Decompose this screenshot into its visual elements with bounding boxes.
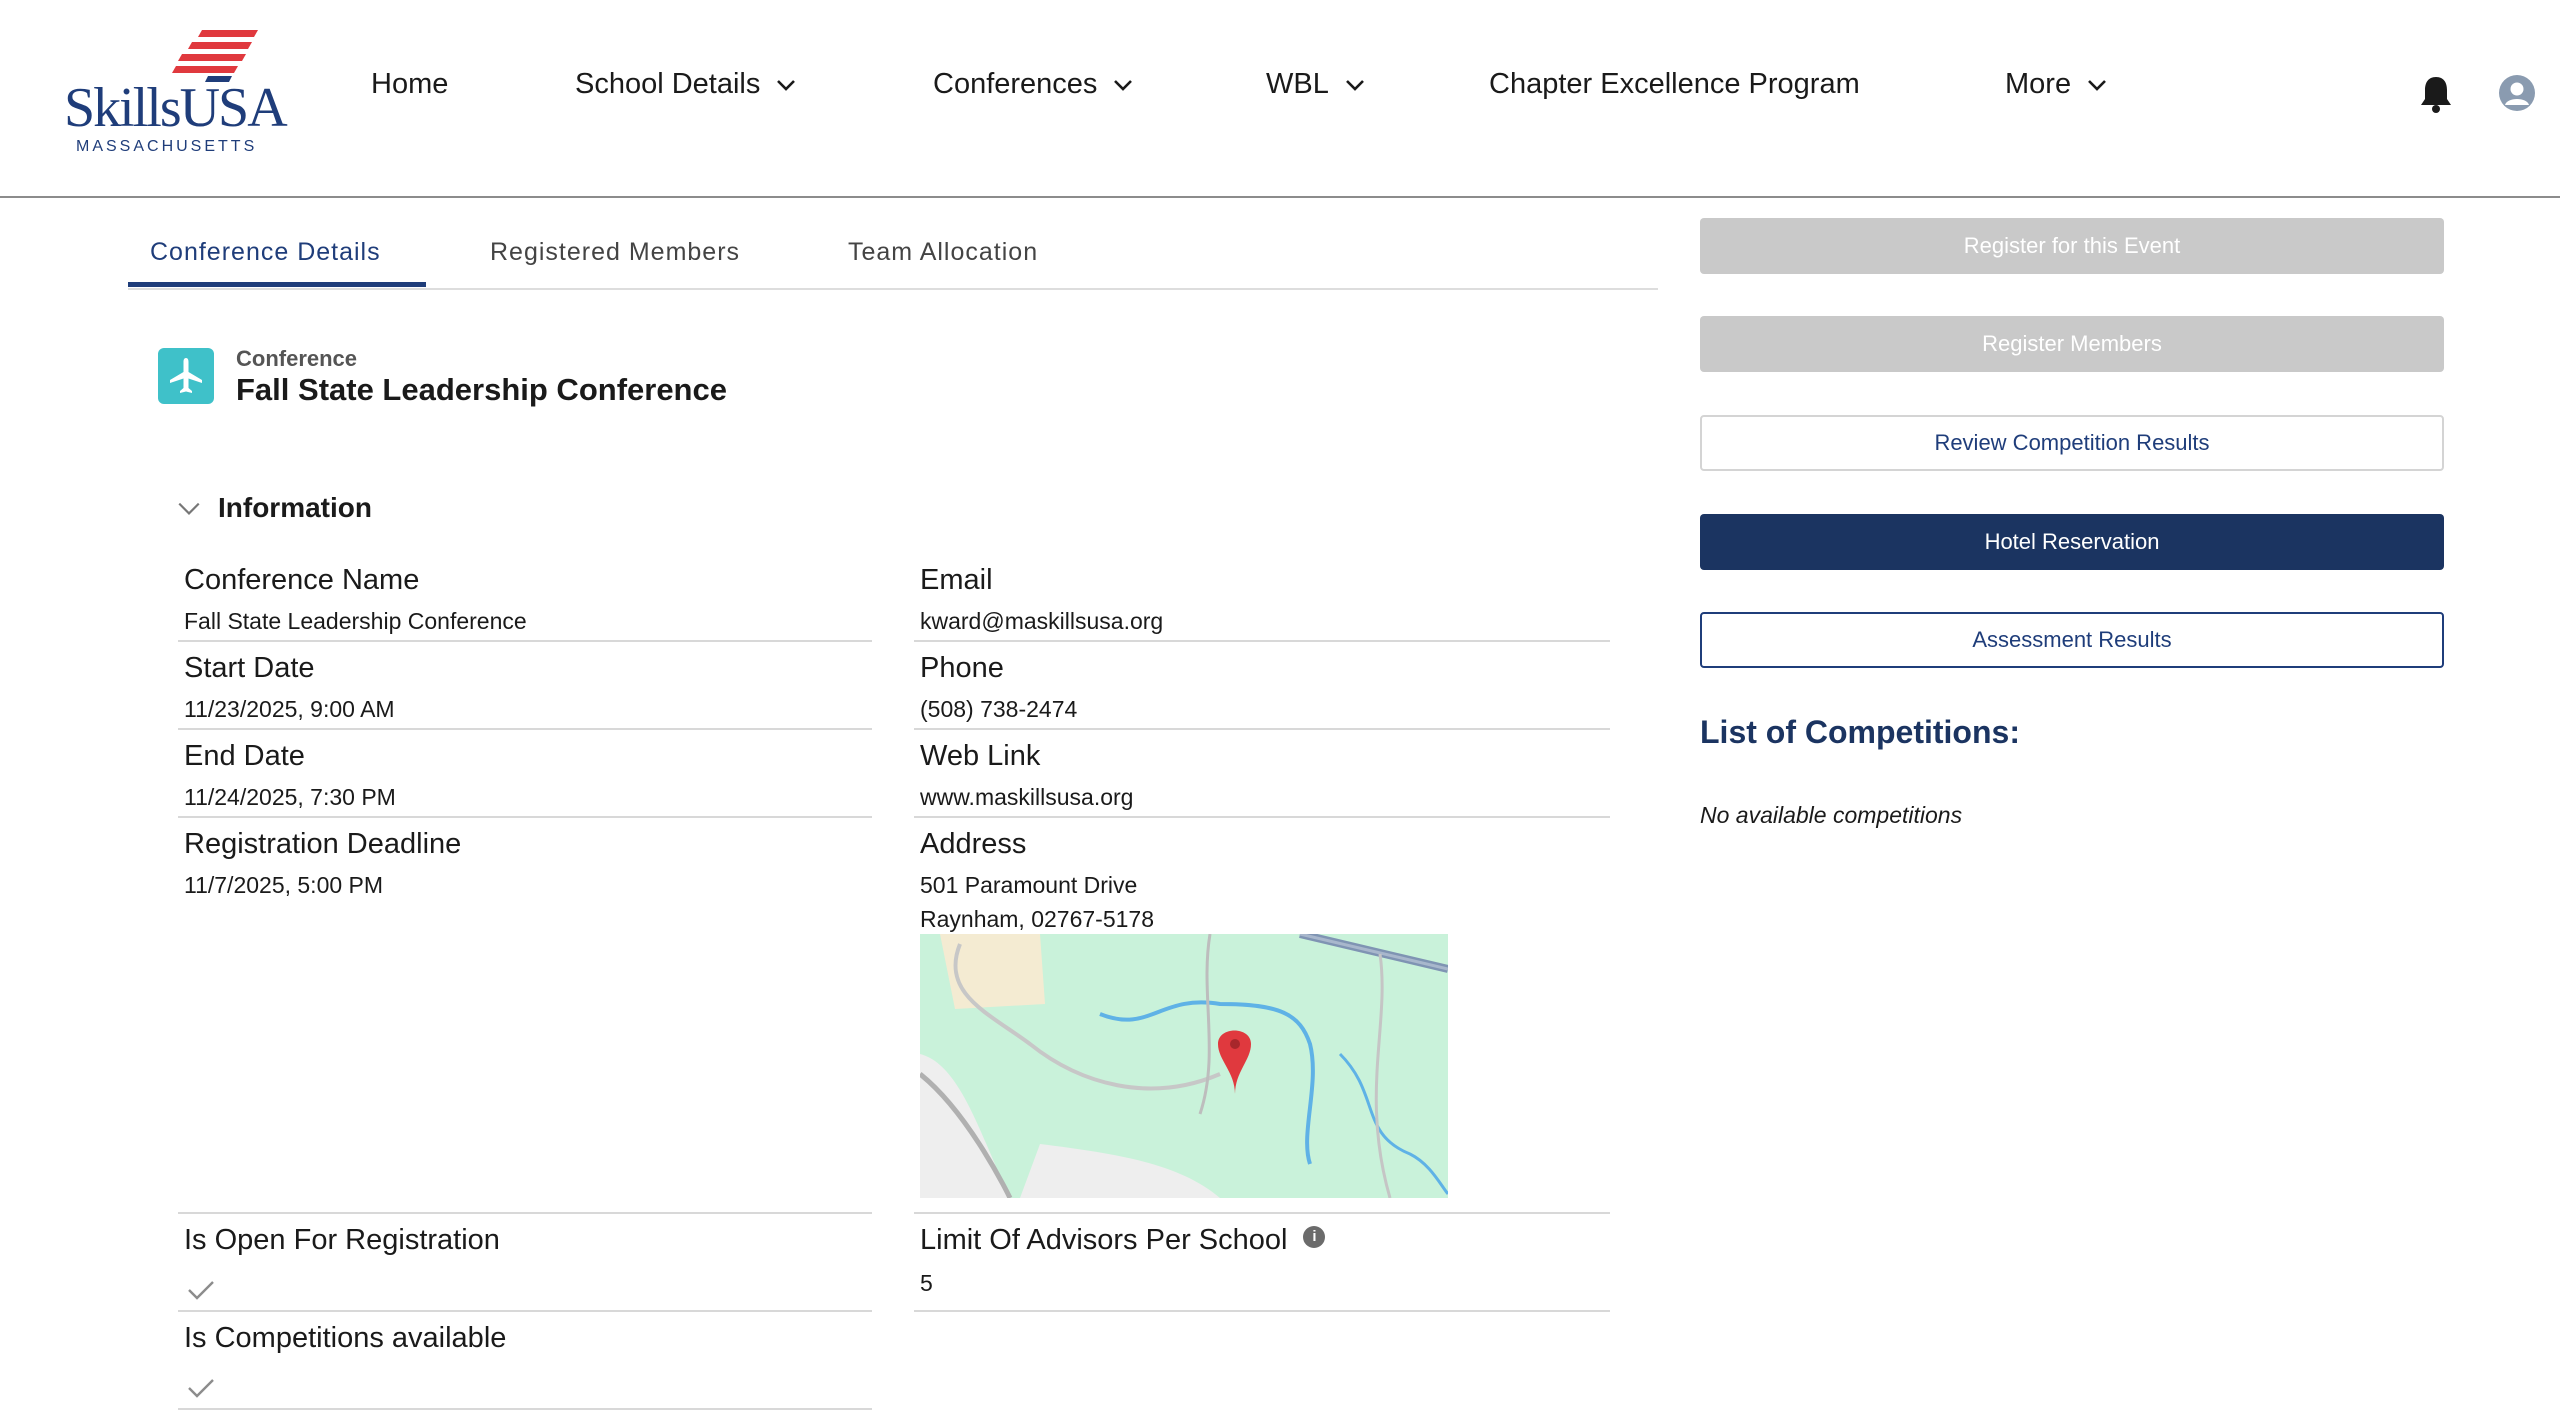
field-label: Address (920, 828, 1027, 860)
chevron-down-icon (1114, 79, 1133, 91)
field-is-open-for-registration: Is Open For Registration (178, 1216, 872, 1312)
information-section-toggle[interactable]: Information (176, 492, 372, 524)
chevron-down-icon (178, 502, 200, 515)
tab-conference-details[interactable]: Conference Details (150, 238, 381, 267)
bell-icon[interactable] (2418, 74, 2454, 114)
field-value: Fall State Leadership Conference (184, 608, 527, 634)
user-avatar-icon[interactable] (2498, 74, 2536, 112)
active-tab-indicator (128, 282, 426, 287)
field-email: Email kward@maskillsusa.org (914, 556, 1610, 642)
skillsusa-logo[interactable]: SkillsUSA MASSACHUSETTS (62, 26, 288, 158)
nav-school-details-label: School Details (575, 68, 761, 100)
field-label: End Date (184, 740, 305, 772)
nav-home[interactable]: Home (371, 68, 448, 101)
address-map[interactable] (920, 934, 1448, 1198)
airplane-icon (170, 358, 202, 393)
field-label: Is Open For Registration (184, 1224, 500, 1256)
nav-more-label: More (2005, 68, 2072, 100)
checkmark-icon (188, 1281, 214, 1300)
hotel-reservation-button[interactable]: Hotel Reservation (1700, 514, 2444, 570)
field-limit-advisors: Limit Of Advisors Per School i 5 (914, 1216, 1610, 1312)
field-web-link: Web Link www.maskillsusa.org (914, 732, 1610, 818)
nav-chapter-excellence-label: Chapter Excellence Program (1489, 68, 1860, 100)
info-icon[interactable]: i (1303, 1226, 1326, 1248)
tab-registered-members[interactable]: Registered Members (490, 238, 740, 267)
map-graphic (920, 934, 1448, 1198)
field-end-date: End Date 11/24/2025, 7:30 PM (178, 732, 872, 818)
address-line-1: 501 Paramount Drive (920, 872, 1138, 898)
nav-more[interactable]: More (2005, 68, 2109, 101)
page-title: Fall State Leadership Conference (236, 372, 727, 407)
field-label: Phone (920, 652, 1004, 684)
logo-wordmark: SkillsUSA (64, 77, 288, 139)
phone-link[interactable]: (508) 738-2474 (920, 696, 1077, 723)
section-title: Information (218, 492, 372, 523)
conference-record-icon (158, 348, 214, 404)
field-value: 5 (920, 1270, 933, 1296)
field-label: Registration Deadline (184, 828, 462, 860)
competitions-heading: List of Competitions: (1700, 714, 2020, 750)
assessment-results-button[interactable]: Assessment Results (1700, 612, 2444, 668)
chevron-down-icon (2088, 79, 2106, 91)
field-value: 11/23/2025, 9:00 AM (184, 696, 395, 722)
email-link[interactable]: kward@maskillsusa.org (920, 608, 1163, 635)
chevron-down-icon (1345, 79, 1364, 91)
register-members-button[interactable]: Register Members (1700, 316, 2444, 372)
nav-chapter-excellence[interactable]: Chapter Excellence Program (1489, 68, 1860, 101)
field-label: Is Competitions available (184, 1322, 507, 1354)
field-label: Web Link (920, 740, 1041, 772)
tab-team-allocation[interactable]: Team Allocation (848, 238, 1038, 267)
nav-conferences[interactable]: Conferences (933, 68, 1135, 101)
field-start-date: Start Date 11/23/2025, 9:00 AM (178, 644, 872, 730)
review-competition-results-button[interactable]: Review Competition Results (1700, 415, 2444, 471)
field-label: Email (920, 564, 993, 596)
record-tabs: Conference Details Registered Members Te… (128, 216, 1658, 290)
field-phone: Phone (508) 738-2474 (914, 644, 1610, 730)
nav-wbl[interactable]: WBL (1266, 68, 1367, 101)
field-label: Start Date (184, 652, 315, 684)
field-label: Conference Name (184, 564, 420, 596)
nav-home-label: Home (371, 68, 449, 100)
top-header: SkillsUSA MASSACHUSETTS Home School Deta… (0, 0, 2560, 198)
record-type-label: Conference (236, 346, 358, 371)
chevron-down-icon (777, 79, 796, 91)
nav-conferences-label: Conferences (933, 68, 1098, 100)
field-registration-deadline: Registration Deadline 11/7/2025, 5:00 PM (178, 820, 872, 1214)
field-label: Limit Of Advisors Per School i (920, 1224, 1326, 1257)
nav-wbl-label: WBL (1266, 68, 1329, 100)
competitions-empty-state: No available competitions (1700, 802, 1963, 828)
checkmark-icon (188, 1379, 214, 1398)
logo-subtext: MASSACHUSETTS (76, 138, 258, 155)
field-label-text: Limit Of Advisors Per School (920, 1224, 1288, 1256)
web-link[interactable]: www.maskillsusa.org (920, 784, 1133, 811)
field-value: 11/7/2025, 5:00 PM (184, 872, 384, 898)
address-line-2: Raynham, 02767-5178 (920, 906, 1154, 932)
field-conference-name: Conference Name Fall State Leadership Co… (178, 556, 872, 642)
nav-school-details[interactable]: School Details (575, 68, 798, 101)
field-is-competitions-available: Is Competitions available (178, 1314, 872, 1410)
register-for-event-button[interactable]: Register for this Event (1700, 218, 2444, 274)
field-value: 11/24/2025, 7:30 PM (184, 784, 396, 810)
